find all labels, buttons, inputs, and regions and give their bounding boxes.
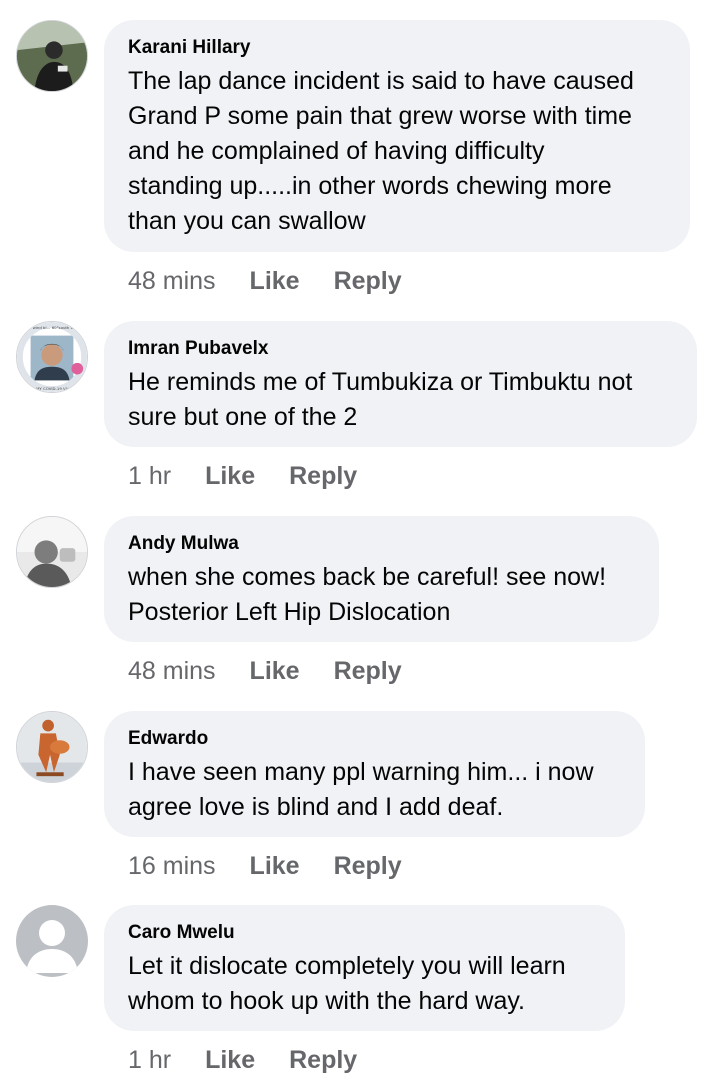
comment-line: sure but one of the 2 (128, 403, 358, 431)
comment-timestamp[interactable]: 1 hr (128, 1045, 171, 1075)
reply-button[interactable]: Reply (289, 1045, 357, 1075)
like-button[interactable]: Like (205, 1045, 255, 1075)
like-button[interactable]: Like (250, 656, 300, 686)
comment-line: and he complained of having difficulty (128, 137, 545, 165)
comment-bubble: Caro Mwelu Let it dislocate completely y… (104, 905, 625, 1031)
comment-text: He reminds me of Tumbukiza or Timbuktu n… (128, 365, 673, 435)
avatar[interactable] (16, 20, 88, 92)
comment-line: standing up.....in other words chewing m… (128, 172, 612, 200)
comment-line: Grand P some pain that grew worse with t… (128, 102, 632, 130)
reply-button[interactable]: Reply (334, 851, 402, 881)
user-photo-icon (17, 517, 87, 587)
avatar[interactable] (16, 516, 88, 588)
comment-actions: 48 mins Like Reply (128, 266, 436, 296)
avatar[interactable] (16, 905, 88, 977)
user-photo-icon (17, 21, 87, 91)
like-button[interactable]: Like (205, 461, 255, 491)
comment-timestamp[interactable]: 16 mins (128, 851, 216, 881)
comment-actions: 1 hr Like Reply (128, 1045, 391, 1075)
like-button[interactable]: Like (250, 851, 300, 881)
comment-author[interactable]: Caro Mwelu (128, 921, 601, 945)
comment-text: The lap dance incident is said to have c… (128, 64, 666, 239)
frame-top-text: the wind bl… 60°south east (25, 325, 79, 330)
comment-bubble: Andy Mulwa when she comes back be carefu… (104, 516, 659, 642)
comment-actions: 1 hr Like Reply (128, 461, 391, 491)
comment-text: when she comes back be careful! see now!… (128, 560, 635, 630)
avatar[interactable]: the wind bl… 60°south east I GOT MY COVI… (16, 321, 88, 393)
comment-line: Let it dislocate completely you will lea… (128, 952, 566, 980)
comment-line: than you can swallow (128, 207, 366, 235)
comment-bubble: Imran Pubavelx He reminds me of Tumbukiz… (104, 321, 697, 447)
comment-actions: 48 mins Like Reply (128, 656, 436, 686)
comment-author[interactable]: Andy Mulwa (128, 532, 635, 556)
reply-button[interactable]: Reply (334, 656, 402, 686)
default-avatar-icon (16, 905, 88, 977)
comment-line: whom to hook up with the hard way. (128, 987, 525, 1015)
like-button[interactable]: Like (250, 266, 300, 296)
comment-author[interactable]: Edwardo (128, 727, 621, 751)
comment-actions: 16 mins Like Reply (128, 851, 436, 881)
comment-line: agree love is blind and I add deaf. (128, 793, 504, 821)
comment-text: I have seen many ppl warning him... i no… (128, 755, 621, 825)
comment-author[interactable]: Imran Pubavelx (128, 337, 673, 361)
reply-button[interactable]: Reply (289, 461, 357, 491)
comment-timestamp[interactable]: 48 mins (128, 656, 216, 686)
comment-line: The lap dance incident is said to have c… (128, 67, 634, 95)
avatar[interactable] (16, 711, 88, 783)
comment-bubble: Karani Hillary The lap dance incident is… (104, 20, 690, 252)
reply-button[interactable]: Reply (334, 266, 402, 296)
comment-line: He reminds me of Tumbukiza or Timbuktu n… (128, 368, 633, 396)
frame-bottom-text: I GOT MY COVID-19 VACCINE (24, 386, 80, 391)
comment-timestamp[interactable]: 1 hr (128, 461, 171, 491)
user-photo-icon (17, 712, 87, 782)
comment-author[interactable]: Karani Hillary (128, 36, 666, 60)
comment-bubble: Edwardo I have seen many ppl warning him… (104, 711, 645, 837)
comment-line: I have seen many ppl warning him... i no… (128, 758, 594, 786)
comment-timestamp[interactable]: 48 mins (128, 266, 216, 296)
comment-line: Posterior Left Hip Dislocation (128, 598, 451, 626)
comment-text: Let it dislocate completely you will lea… (128, 949, 601, 1019)
comment-line: when she comes back be careful! see now! (128, 563, 607, 591)
vaccine-frame-profile-icon: the wind bl… 60°south east I GOT MY COVI… (17, 322, 87, 392)
